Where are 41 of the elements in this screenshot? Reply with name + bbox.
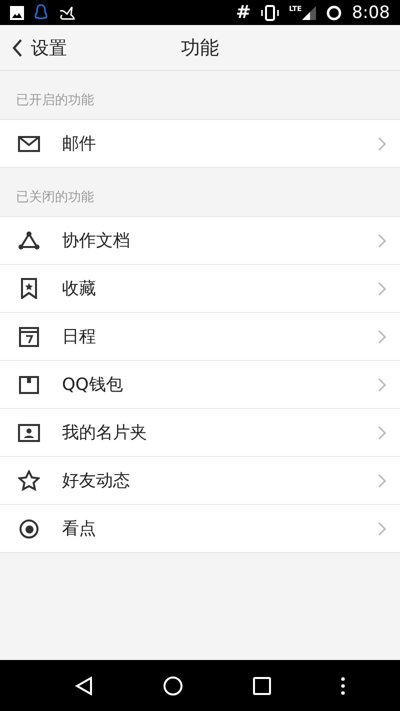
bird-icon: [58, 4, 76, 20]
chevron-left-icon: [12, 38, 23, 56]
feature-label: QQ钱包: [62, 374, 124, 396]
penguin-icon: [34, 4, 48, 21]
more-icon[interactable]: [341, 676, 345, 694]
feature-label: 邮件: [62, 133, 97, 155]
feature-label: 日程: [62, 326, 97, 348]
chevron-right-icon: [378, 474, 386, 488]
contact-card-icon: [18, 424, 40, 442]
back-button[interactable]: 设置: [0, 25, 77, 70]
star-icon: [18, 470, 40, 491]
mail-icon: [18, 136, 40, 152]
section-title: 已关闭的功能: [15, 189, 94, 207]
feature-label: 协作文档: [62, 230, 131, 252]
clock-time: 8:08: [352, 2, 390, 22]
chevron-right-icon: [378, 282, 386, 296]
chevron-right-icon: [378, 378, 386, 392]
home-icon[interactable]: [163, 676, 183, 696]
triangle-nodes-icon: [18, 230, 40, 250]
back-icon[interactable]: [75, 676, 93, 696]
eye-icon: [19, 518, 39, 538]
recents-icon[interactable]: [253, 676, 271, 694]
chevron-right-icon: [378, 522, 386, 536]
chevron-right-icon: [378, 426, 386, 440]
feature-label: 好友动态: [62, 470, 131, 492]
signal-icon: [302, 5, 316, 20]
hash-sign: #: [236, 2, 251, 23]
page-title: 功能: [181, 36, 219, 60]
bookmark-star-icon: [20, 278, 38, 299]
chevron-right-icon: [378, 234, 386, 248]
feature-label: 收藏: [62, 278, 97, 300]
progress-ring-icon: [326, 4, 342, 20]
feature-label: 我的名片夹: [62, 422, 148, 444]
calendar-icon: [19, 326, 39, 346]
vibrate-icon: [260, 4, 279, 20]
chevron-right-icon: [378, 136, 386, 150]
chevron-right-icon: [378, 330, 386, 344]
image-icon: [10, 6, 24, 20]
section-title: 已开启的功能: [15, 92, 94, 110]
feature-label: 看点: [62, 518, 97, 540]
wallet-icon: [19, 376, 39, 394]
